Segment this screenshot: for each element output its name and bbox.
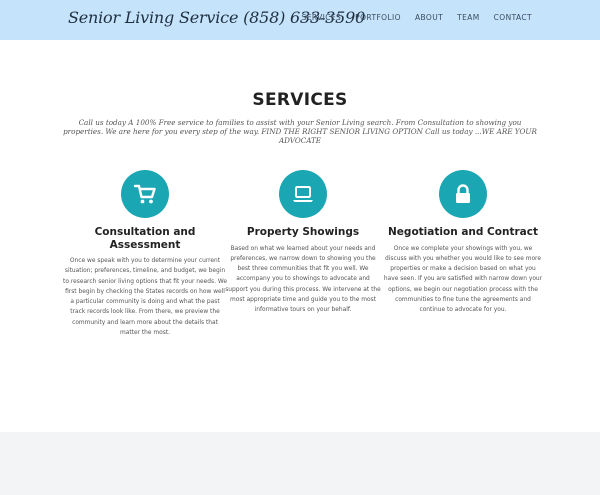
service-title: Negotiation and Contract [388,226,538,238]
section-intro: Call us today A 100% Free service to fam… [63,118,537,146]
service-card-showings: Property Showings Based on what we learn… [218,170,388,316]
laptop-icon [279,170,327,218]
service-title: Consultation and Assessment [94,226,196,251]
main-nav: SERVICES PORTFOLIO ABOUT TEAM CONTACT [288,13,532,22]
nav-link-about[interactable]: ABOUT [415,13,443,22]
nav-link-portfolio[interactable]: PORTFOLIO [355,13,401,22]
service-description: Based on what we learned about your need… [225,245,381,314]
section-title: SERVICES [252,90,348,110]
service-card-negotiation: Negotiation and Contract Once we complet… [378,170,548,316]
nav-link-services[interactable]: SERVICES [302,13,342,22]
service-card-consultation: Consultation and Assessment Once we spea… [60,170,230,338]
service-description: Once we speak with you to determine your… [63,258,227,337]
navbar: Senior Living Service (858) 633-3590 SER… [0,0,600,40]
nav-link-team[interactable]: TEAM [457,13,480,22]
shopping-cart-icon [121,170,169,218]
service-title: Property Showings [246,226,360,238]
lock-icon [439,170,487,218]
next-section-band [0,432,600,495]
service-description: Once we complete your showings with you,… [383,245,543,314]
nav-link-contact[interactable]: CONTACT [494,13,532,22]
